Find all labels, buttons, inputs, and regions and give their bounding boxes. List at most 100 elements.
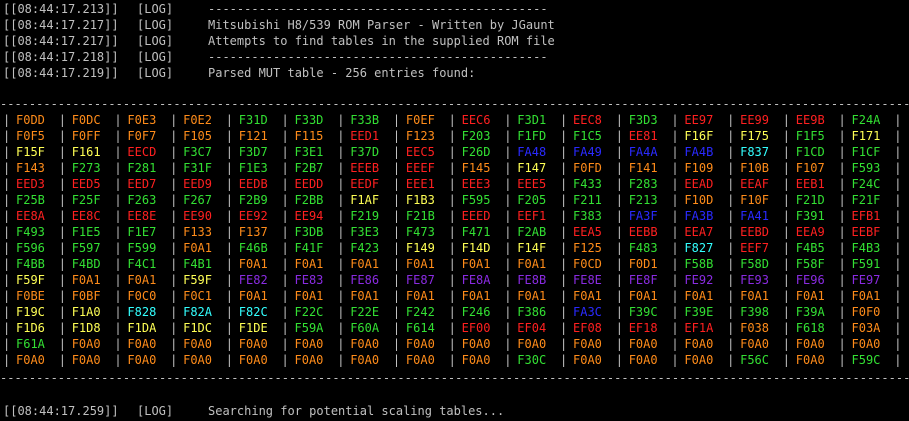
column-divider: | [504,129,512,143]
table-cell: F1C5 [573,129,602,143]
table-cell: F0A1 [461,257,491,271]
column-divider: | [170,225,178,239]
column-divider: | [894,353,902,367]
column-divider: | [58,337,66,351]
column-divider: | [114,337,122,351]
column-divider: | [671,321,679,335]
table-cell: F22E [350,305,380,319]
table-cell: EED9 [183,177,212,191]
table-cell: EED7 [127,177,157,191]
column-divider: | [225,305,234,319]
table-cell: F10B [740,161,769,175]
table-cell: EED1 [350,129,380,143]
table-cell: F1E7 [127,225,157,239]
table-row: | | | | | | | | | | | | | | | | | F493 F1E5 F1E7 F133 F137 F3D… [0,225,909,241]
table-cell: EEE5 [517,177,547,191]
column-divider: | [3,353,11,367]
table-cell: F0FD [573,161,602,175]
table-cell: F0F5 [16,129,45,143]
table-cell: F219 [350,209,380,223]
column-divider: | [671,337,679,351]
table-cell: EE90 [183,209,212,223]
table-cell: F03A [851,321,881,335]
table-cell: F0A0 [517,337,547,351]
table-cell: F0A0 [238,337,268,351]
table-cell: EF08 [573,321,602,335]
column-divider: | [671,273,679,287]
column-divider: | [114,209,122,223]
column-divider: | [782,353,791,367]
column-divider: | [170,129,178,143]
table-cell: F0A0 [795,353,825,367]
column-divider: | [448,113,456,127]
column-divider: | [3,257,11,271]
column-divider: | [281,273,289,287]
column-divider: | [170,353,178,367]
column-divider: | [3,145,11,159]
column-divider: | [782,193,791,207]
table-cell: EEED [461,209,491,223]
table-row: | | | | | | | | | | | | | | | | | F0BE F0BF F0C0 F0C1 F0A1 F0A… [0,289,909,305]
table-cell: F0A1 [350,289,380,303]
table-cell: EEB1 [795,177,825,191]
column-divider: | [782,177,791,191]
column-divider: | [782,289,791,303]
column-divider: | [3,337,11,351]
table-cell: F3C7 [183,145,212,159]
table-cell: F0F0 [851,305,881,319]
column-divider: | [170,209,178,223]
column-divider: | [727,145,735,159]
table-cell: F0DC [71,113,101,127]
table-cell: EE97 [684,113,714,127]
column-divider: | [615,193,623,207]
column-divider: | [727,273,735,287]
column-divider: | [225,113,234,127]
table-cell: F59F [183,273,212,287]
table-cell: EEBB [628,225,658,239]
column-divider: | [894,337,902,351]
column-divider: | [504,273,512,287]
column-divider: | [170,161,178,175]
table-cell: F133 [183,225,212,239]
table-cell: F0A0 [573,353,602,367]
table-row: | | | | | | | | | | | | | | | | | F19C F1A0 F828 F82A F82C F22… [0,305,909,321]
table-row: | | | | | | | | | | | | | | | | | F0DD F0DC F0E3 F0E2 F31D F33… [0,113,909,129]
table-cell: EEBF [851,225,881,239]
table-cell: F4B3 [851,241,881,255]
column-divider: | [504,257,512,271]
table-cell: F828 [127,305,157,319]
table-cell: EEF7 [740,241,769,255]
column-divider: | [560,321,568,335]
column-divider: | [392,193,401,207]
column-divider: | [58,273,66,287]
log-timestamp: [[08:44:17.219]] [3,66,119,80]
column-divider: | [225,289,234,303]
column-divider: | [58,145,66,159]
table-cell: F58F [795,257,825,271]
column-divider: | [615,273,623,287]
table-cell: F0A0 [795,337,825,351]
table-cell: F0A0 [350,337,380,351]
column-divider: | [448,273,456,287]
table-cell: EE8C [71,209,101,223]
table-cell: F0A1 [573,289,602,303]
column-divider: | [3,273,11,287]
table-cell: EED3 [16,177,45,191]
column-divider: | [170,113,178,127]
table-cell: F471 [461,225,491,239]
table-cell: EEE3 [461,177,491,191]
table-cell: F4B5 [795,241,825,255]
column-divider: | [58,161,66,175]
table-cell: F21B [405,209,435,223]
log-timestamp: [[08:44:17.218]] [3,50,119,64]
table-cell: F0A0 [628,337,658,351]
column-divider: | [838,321,846,335]
table-cell: F1E3 [238,161,268,175]
column-divider: | [727,289,735,303]
column-divider: | [337,241,345,255]
table-cell: F143 [16,161,45,175]
table-cell: F0C0 [127,289,157,303]
column-divider: | [58,241,66,255]
column-divider: | [281,193,289,207]
table-cell: F58B [684,257,714,271]
